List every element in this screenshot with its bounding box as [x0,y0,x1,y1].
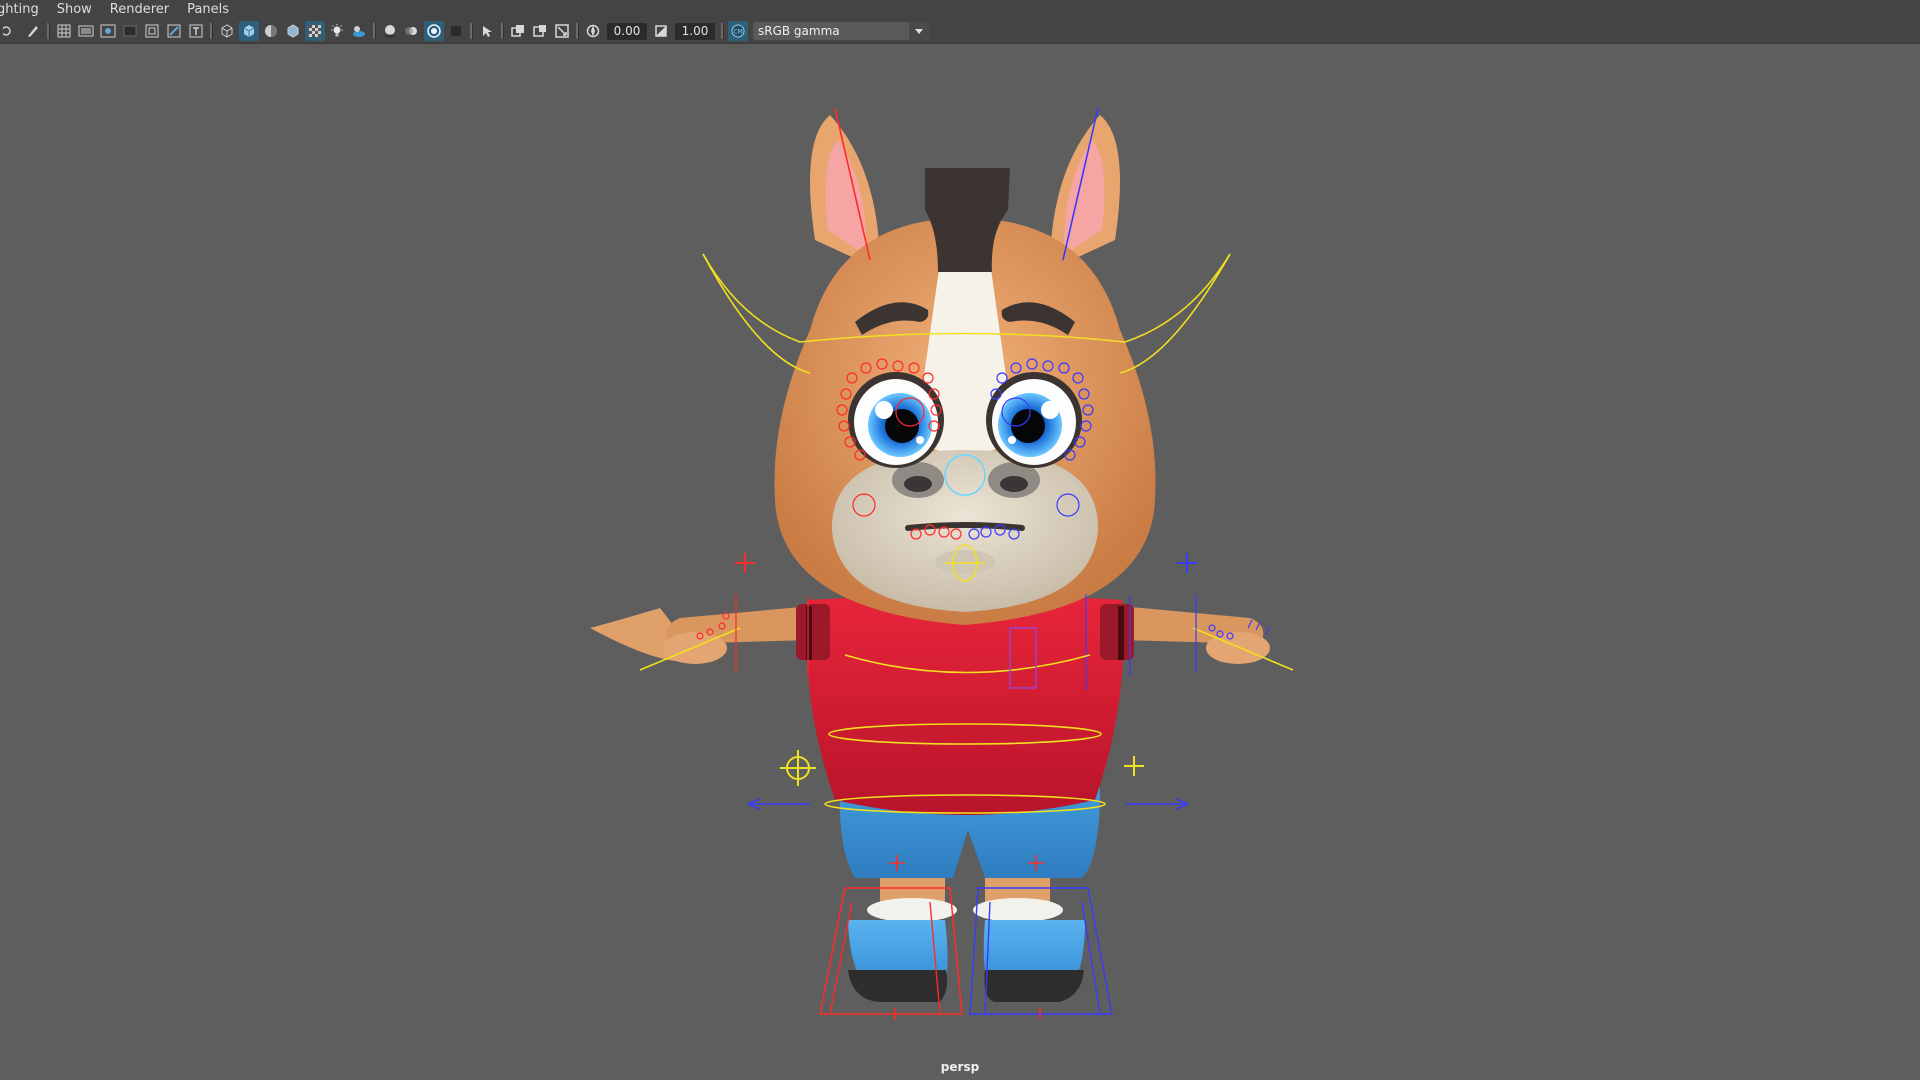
menu-bar: ghting Show Renderer Panels [0,0,1920,19]
camera-name-label: persp [940,1060,980,1074]
menu-lighting[interactable]: ghting [0,2,48,17]
toolbar-separator [576,23,579,39]
exposure-icon[interactable] [583,21,603,41]
character-mesh[interactable] [590,115,1270,1002]
motion-blur-icon[interactable] [402,21,422,41]
smooth-shade-icon[interactable] [239,21,259,41]
wireframe-on-shaded-icon[interactable] [283,21,303,41]
view-transform-dropdown[interactable]: sRGB gamma [753,22,929,40]
toolbar-separator [721,23,724,39]
chevron-down-icon[interactable] [909,22,929,40]
wireframe-icon[interactable] [217,21,237,41]
toolbar-separator [210,23,213,39]
use-all-lights-icon[interactable] [327,21,347,41]
field-chart-icon[interactable] [142,21,162,41]
menu-renderer[interactable]: Renderer [101,2,178,17]
view-transform-label: sRGB gamma [758,24,840,38]
toolbar-separator [501,23,504,39]
menu-panels[interactable]: Panels [178,2,238,17]
shadows-icon[interactable] [349,21,369,41]
frame-all-icon[interactable] [530,21,550,41]
gate-mask-icon[interactable] [120,21,140,41]
xray-active-icon[interactable] [508,21,528,41]
gamma-field[interactable]: 1.00 [675,22,715,40]
color-management-icon[interactable]: CM [728,21,748,41]
default-material-icon[interactable] [261,21,281,41]
toolbar-separator [470,23,473,39]
grid-icon[interactable] [54,21,74,41]
exposure-field[interactable]: 0.00 [607,22,647,40]
safe-action-icon[interactable] [164,21,184,41]
frame-selection-icon[interactable] [552,21,572,41]
safe-title-icon[interactable] [186,21,206,41]
select-camera-icon[interactable] [1,21,21,41]
menu-show[interactable]: Show [48,2,101,17]
anti-aliasing-icon[interactable] [424,21,444,41]
camera-attributes-icon[interactable] [23,21,43,41]
viewport[interactable] [0,44,1920,1080]
panel-toolbar: 0.00 1.00 CM sRGB gamma [0,19,1920,44]
xray-joints-icon[interactable] [477,21,497,41]
isolate-select-icon[interactable] [446,21,466,41]
resolution-gate-icon[interactable] [98,21,118,41]
toolbar-separator [47,23,50,39]
xray-icon[interactable] [305,21,325,41]
scene-view[interactable] [0,44,1920,1080]
toolbar-separator [373,23,376,39]
svg-text:CM: CM [733,29,742,36]
gamma-icon[interactable] [651,21,671,41]
film-gate-icon[interactable] [76,21,96,41]
screen-space-ao-icon[interactable] [380,21,400,41]
